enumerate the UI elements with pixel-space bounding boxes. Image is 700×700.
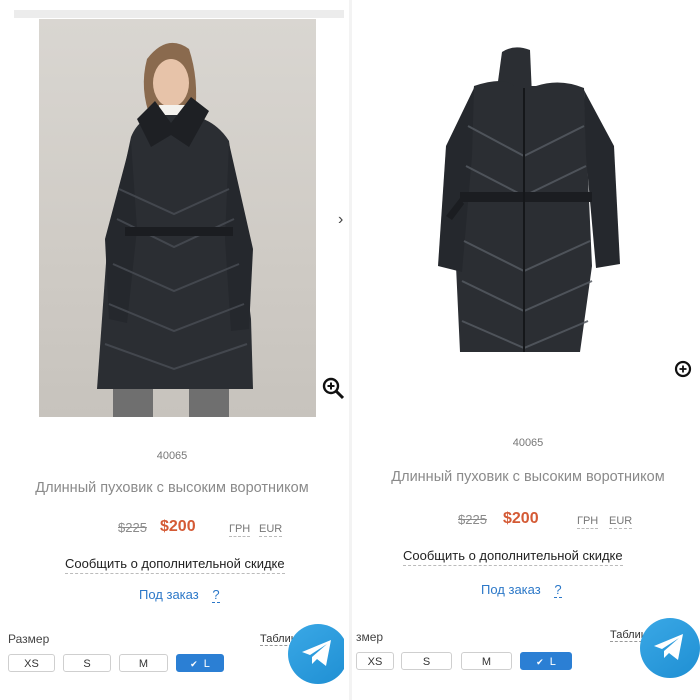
product-card-right: 40065 Длинный пуховик с высоким воротник… bbox=[356, 0, 700, 700]
product-photo-model[interactable] bbox=[39, 19, 316, 417]
order-help-link[interactable]: ? bbox=[212, 587, 220, 603]
panel-divider bbox=[349, 0, 352, 700]
size-option-m[interactable]: M bbox=[119, 654, 168, 672]
check-icon: ✔ bbox=[190, 659, 198, 669]
chevron-right-icon[interactable]: › bbox=[338, 212, 344, 228]
request-discount-link[interactable]: Сообщить о дополнительной скидке bbox=[403, 548, 623, 566]
size-option-xs[interactable]: XS bbox=[356, 652, 394, 670]
price-row: $225 $200 ГРН EUR bbox=[356, 510, 700, 532]
order-label: Под заказ bbox=[139, 587, 199, 602]
product-title: Длинный пуховик с высоким воротником bbox=[35, 480, 309, 496]
telegram-icon bbox=[654, 634, 683, 660]
old-price: $225 bbox=[118, 520, 147, 535]
flat-coat-illustration bbox=[438, 47, 620, 352]
size-option-s[interactable]: S bbox=[63, 654, 111, 672]
currency-eur-toggle[interactable]: EUR bbox=[259, 523, 283, 537]
order-help-link[interactable]: ? bbox=[554, 582, 562, 598]
request-discount-link[interactable]: Сообщить о дополнительной скидке bbox=[65, 556, 285, 574]
telegram-button[interactable] bbox=[640, 618, 700, 678]
price-row: $225 $200 ГРН EUR bbox=[0, 518, 344, 540]
product-photo-flat[interactable] bbox=[364, 16, 694, 381]
currency-eur-toggle[interactable]: EUR bbox=[609, 515, 633, 529]
size-option-l[interactable]: ✔ L bbox=[520, 652, 572, 670]
size-option-s[interactable]: S bbox=[401, 652, 452, 670]
telegram-icon bbox=[302, 640, 331, 666]
zoom-in-icon[interactable] bbox=[674, 358, 696, 380]
size-option-l[interactable]: ✔ L bbox=[176, 654, 224, 672]
size-label: змер bbox=[356, 630, 384, 644]
model-coat-illustration bbox=[97, 42, 253, 417]
size-label: Размер bbox=[8, 632, 50, 646]
check-icon: ✔ bbox=[536, 657, 544, 667]
size-option-l-label: L bbox=[549, 656, 556, 668]
size-option-m[interactable]: M bbox=[461, 652, 512, 670]
product-title: Длинный пуховик с высоким воротником bbox=[391, 469, 665, 485]
product-card-left: › 40065 Длинный пуховик с высоким воротн… bbox=[0, 0, 344, 700]
order-status: Под заказ ? bbox=[481, 582, 562, 598]
currency-uah-toggle[interactable]: ГРН bbox=[229, 523, 251, 537]
telegram-button[interactable] bbox=[288, 624, 344, 684]
size-option-xs[interactable]: XS bbox=[8, 654, 55, 672]
zoom-in-icon[interactable] bbox=[321, 376, 344, 400]
currency-uah-toggle[interactable]: ГРН bbox=[577, 515, 599, 529]
product-sku: 40065 bbox=[156, 450, 188, 462]
top-strip bbox=[14, 10, 344, 18]
order-status: Под заказ ? bbox=[139, 587, 220, 603]
size-option-l-label: L bbox=[203, 658, 210, 670]
new-price: $200 bbox=[160, 518, 196, 535]
product-sku: 40065 bbox=[512, 437, 544, 449]
order-label: Под заказ bbox=[481, 582, 541, 597]
new-price: $200 bbox=[503, 510, 539, 527]
old-price: $225 bbox=[458, 512, 487, 527]
